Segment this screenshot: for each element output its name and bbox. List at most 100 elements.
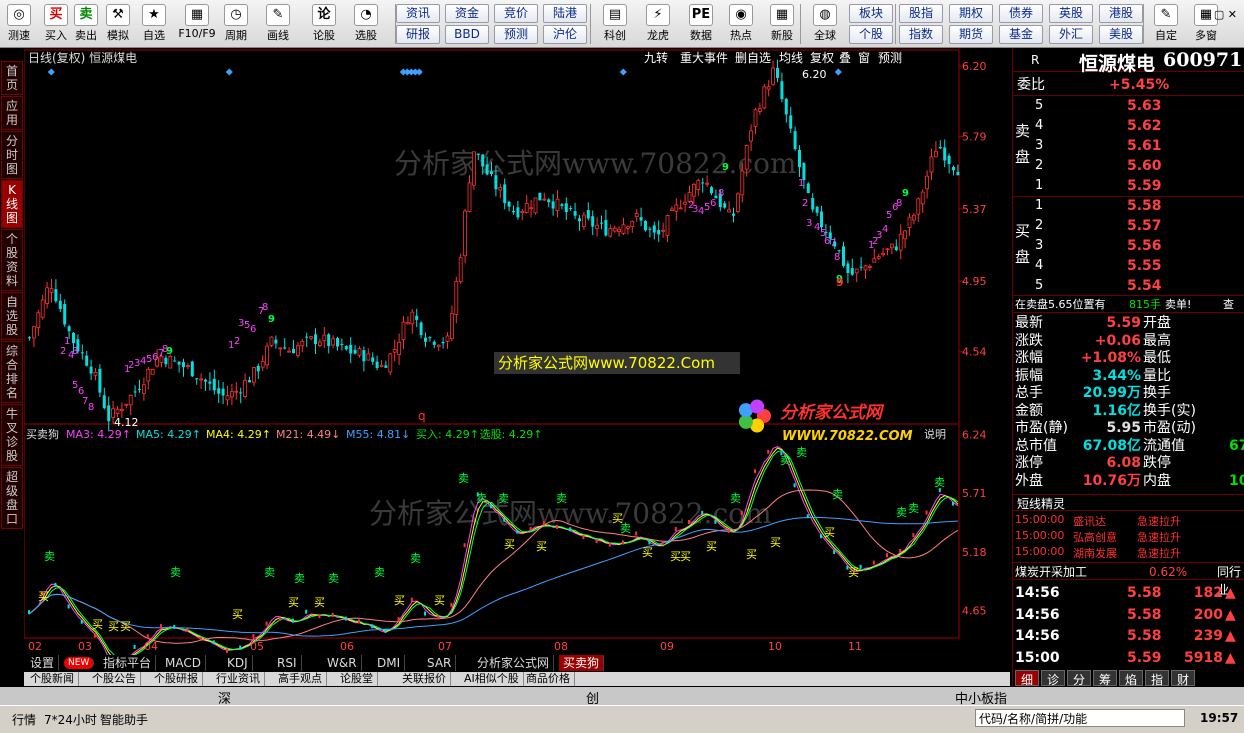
news-tab-8[interactable]: 商品价格: [522, 672, 575, 686]
toolbar-btn-4[interactable]: ★ 自选: [138, 2, 170, 46]
buy-price[interactable]: 5.57: [1127, 216, 1162, 236]
toolbar-grid3-4[interactable]: 英股: [1049, 4, 1093, 23]
toolbar-mid-2[interactable]: PE 数据: [682, 2, 720, 46]
toolbar-right-0[interactable]: ✎ 自定: [1148, 2, 1184, 46]
indicator-tab-5[interactable]: RSI: [273, 655, 302, 671]
indicator-tab-3[interactable]: MACD: [161, 655, 206, 671]
toolbar-grid4-4[interactable]: 外汇: [1049, 25, 1093, 44]
news-tab-2[interactable]: 个股研报: [150, 672, 203, 686]
chart-menu-1[interactable]: 重大事件: [680, 51, 728, 65]
news-tab-7[interactable]: AI相似个股: [460, 672, 524, 686]
toolbar-grid1-2[interactable]: 竞价: [494, 4, 538, 23]
news-tab-4[interactable]: 高手观点: [274, 672, 327, 686]
chart-menu-4[interactable]: 复权: [810, 51, 834, 65]
toolbar-mid-3[interactable]: ◉ 热点: [722, 2, 760, 46]
indicator-tab-2[interactable]: 指标平台: [99, 655, 157, 671]
toolbar-btn-2[interactable]: 卖卖出: [70, 2, 102, 46]
toolbar-grid3-1[interactable]: 股指: [899, 4, 943, 23]
side-tab-6[interactable]: 综合排名: [1, 341, 23, 403]
indicator-tab-6[interactable]: W&R: [323, 655, 362, 671]
explain-link[interactable]: 说明: [924, 427, 946, 441]
toolbar-grid1-0[interactable]: 资讯: [396, 4, 440, 23]
news-tab-6[interactable]: 关联报价: [398, 672, 451, 686]
quote-tab-3[interactable]: 筹: [1093, 670, 1117, 687]
indicator-tab-10[interactable]: 买卖狗: [559, 655, 605, 671]
toolbar-grid3-5[interactable]: 港股: [1099, 4, 1143, 23]
indicator-tab-0[interactable]: 设置: [26, 655, 60, 671]
status-24h[interactable]: 7*24小时: [44, 711, 97, 728]
toolbar-btn-8[interactable]: 论论股: [308, 2, 340, 46]
note-look[interactable]: 查: [1223, 296, 1234, 314]
indicator-tab-8[interactable]: SAR: [423, 655, 457, 671]
side-tab-2[interactable]: 分时图: [1, 131, 23, 179]
toolbar-grid2-3[interactable]: 沪伦: [543, 25, 587, 44]
toolbar-mid-0[interactable]: ▤ 科创: [596, 2, 634, 46]
indicator-tab-9[interactable]: 分析家公式网: [473, 655, 555, 671]
toolbar-btn-6[interactable]: ◷ 周期: [220, 2, 252, 46]
buy-price[interactable]: 5.56: [1127, 236, 1162, 256]
side-tab-1[interactable]: 应用: [1, 96, 23, 130]
sector-row[interactable]: 煤炭开采加工 0.62% 同行业: [1013, 562, 1244, 597]
toolbar-mid-1[interactable]: ⚡ 龙虎: [639, 2, 677, 46]
toolbar-btn-1[interactable]: 买买入: [40, 2, 72, 46]
toolbar-mid-5[interactable]: ◍ 全球: [806, 2, 844, 46]
toolbar-grid2-0[interactable]: 研报: [396, 25, 440, 44]
side-tab-8[interactable]: 超级盘口: [1, 467, 23, 529]
toolbar-grid3-2[interactable]: 期权: [949, 4, 993, 23]
buy-price[interactable]: 5.58: [1127, 196, 1162, 216]
side-tab-7[interactable]: 牛叉诊股: [1, 404, 23, 466]
sell-price[interactable]: 5.63: [1127, 96, 1162, 116]
chart-menu-2[interactable]: 删自选: [735, 51, 771, 65]
toolbar-grid4-1[interactable]: 指数: [899, 25, 943, 44]
sell-price[interactable]: 5.61: [1127, 136, 1162, 156]
kline-chart[interactable]: 日线(复权) 恒源煤电 九转 重大事件 删自选 均线 复权叠窗预测 6.20 5.79 5.37…: [24, 48, 1010, 658]
toolbar-grid4-3[interactable]: 基金: [999, 25, 1043, 44]
news-tab-3[interactable]: 行业资讯: [212, 672, 265, 686]
side-tab-5[interactable]: 自选股: [1, 292, 23, 340]
jingling-row[interactable]: 15:00:00 盛讯达 急速拉升: [1013, 513, 1244, 529]
quote-tab-0[interactable]: 细: [1015, 670, 1039, 687]
news-tab-5[interactable]: 论股堂: [336, 672, 378, 686]
toolbar-grid4-5[interactable]: 美股: [1099, 25, 1143, 44]
side-tab-3[interactable]: K线图: [1, 180, 23, 228]
chart-menu-3[interactable]: 均线: [779, 51, 803, 65]
chart-menu-6[interactable]: 窗: [858, 51, 870, 65]
buy-price[interactable]: 5.54: [1127, 276, 1162, 296]
indicator-tab-7[interactable]: DMI: [373, 655, 406, 671]
sell-price[interactable]: 5.59: [1127, 176, 1162, 196]
toolbar-grid1-1[interactable]: 资金: [445, 4, 489, 23]
jingling-row[interactable]: 15:00:00 湖南发展 急速拉升: [1013, 545, 1244, 561]
quote-tab-2[interactable]: 分: [1067, 670, 1091, 687]
toolbar-grid1-3[interactable]: 陆港: [543, 4, 587, 23]
status-assistant[interactable]: 智能助手: [100, 711, 148, 728]
toolbar-grid3-0[interactable]: 板块: [849, 4, 893, 23]
news-tab-0[interactable]: 个股新闻: [26, 672, 79, 686]
search-input[interactable]: 代码/名称/简拼/功能: [975, 709, 1185, 727]
side-tab-4[interactable]: 个股资料: [1, 229, 23, 291]
chart-menu-5[interactable]: 叠: [839, 51, 851, 65]
toolbar-btn-9[interactable]: ◔ 选股: [350, 2, 382, 46]
quote-tab-1[interactable]: 诊: [1041, 670, 1065, 687]
news-tab-1[interactable]: 个股公告: [88, 672, 141, 686]
toolbar-grid2-2[interactable]: 预测: [494, 25, 538, 44]
quote-tab-5[interactable]: 指: [1145, 670, 1169, 687]
toolbar-btn-7[interactable]: ✎ 画线: [262, 2, 294, 46]
window-controls[interactable]: ▭ ▢ ✕: [1200, 8, 1240, 21]
quote-tab-6[interactable]: 财: [1171, 670, 1195, 687]
toolbar-grid4-0[interactable]: 个股: [849, 25, 893, 44]
side-tab-0[interactable]: 首页: [1, 61, 23, 95]
toolbar-btn-5[interactable]: ▦ F10/F9: [175, 2, 219, 46]
chart-menu-0[interactable]: 九转: [644, 50, 668, 65]
toolbar-mid-4[interactable]: ▦ 新股: [763, 2, 801, 46]
indicator-tab-4[interactable]: KDJ: [223, 655, 253, 671]
sell-price[interactable]: 5.62: [1127, 116, 1162, 136]
toolbar-grid3-3[interactable]: 债券: [999, 4, 1043, 23]
buy-price[interactable]: 5.55: [1127, 256, 1162, 276]
toolbar-grid4-2[interactable]: 期货: [949, 25, 993, 44]
status-hangqing[interactable]: 行情: [12, 711, 36, 728]
chart-menu-7[interactable]: 预测: [878, 51, 902, 65]
toolbar-btn-3[interactable]: ⚒ 模拟: [102, 2, 134, 46]
toolbar-grid2-1[interactable]: BBD: [445, 25, 489, 44]
quote-tab-4[interactable]: 焰: [1119, 670, 1143, 687]
sell-price[interactable]: 5.60: [1127, 156, 1162, 176]
